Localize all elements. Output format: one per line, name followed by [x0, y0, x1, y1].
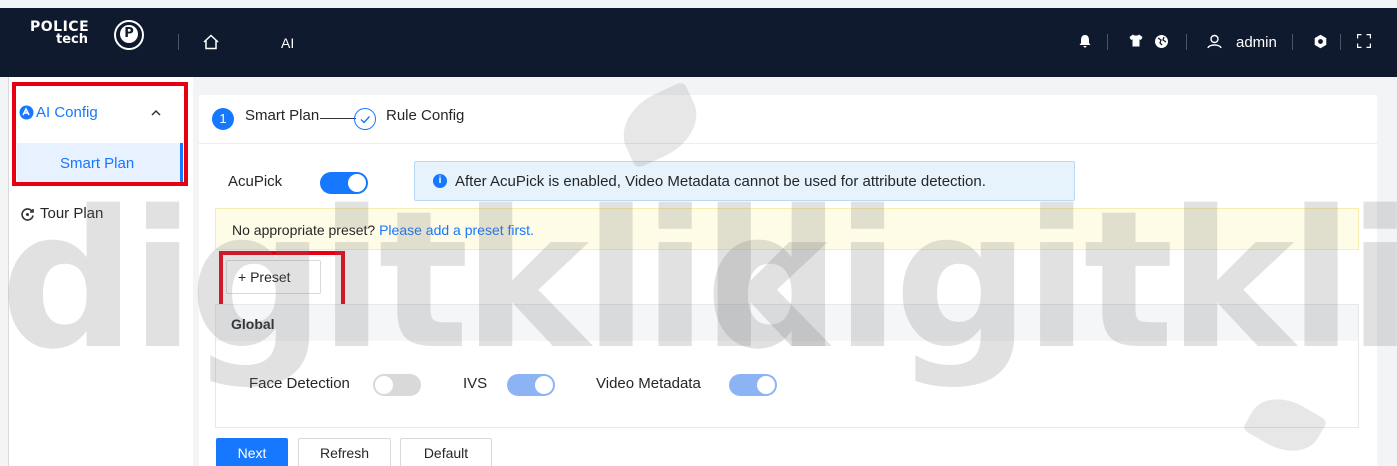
user-name[interactable]: admin — [1236, 34, 1277, 51]
divider — [1292, 34, 1293, 50]
tour-plan-icon — [20, 207, 35, 225]
refresh-button[interactable]: Refresh — [298, 438, 391, 466]
global-header: Global — [216, 305, 1358, 341]
step-smart-plan[interactable]: Smart Plan — [245, 107, 319, 124]
step-number-icon: 1 — [212, 108, 234, 130]
settings-icon[interactable] — [1313, 34, 1328, 52]
divider — [199, 143, 1377, 144]
divider — [1107, 34, 1108, 50]
home-icon[interactable] — [203, 34, 219, 53]
video-metadata-toggle[interactable] — [729, 374, 777, 396]
ivs-label: IVS — [463, 375, 488, 392]
divider — [178, 34, 179, 50]
preset-warning: No appropriate preset? Please add a pres… — [215, 208, 1359, 250]
video-metadata-label: Video Metadata — [596, 375, 701, 392]
next-button[interactable]: Next — [216, 438, 288, 466]
default-button[interactable]: Default — [400, 438, 492, 466]
check-circle-icon — [354, 108, 376, 130]
logo-badge-icon — [114, 20, 144, 50]
face-detection-label: Face Detection — [249, 375, 350, 392]
acupick-label: AcuPick — [228, 173, 283, 190]
globe-icon[interactable] — [1154, 34, 1169, 52]
add-preset-link[interactable]: Please add a preset first. — [379, 222, 534, 238]
global-panel: Global — [215, 304, 1359, 428]
info-text: After AcuPick is enabled, Video Metadata… — [455, 173, 986, 190]
highlight-box — [219, 251, 345, 309]
info-icon: i — [433, 174, 447, 188]
user-icon[interactable] — [1207, 34, 1222, 52]
acupick-toggle[interactable] — [320, 172, 368, 194]
sidebar-item-tour-plan[interactable]: Tour Plan — [40, 205, 103, 222]
global-title: Global — [231, 316, 275, 332]
shirt-icon[interactable] — [1129, 34, 1143, 50]
divider — [1340, 34, 1341, 50]
page-title: AI — [281, 35, 295, 51]
logo: POLICE tech — [30, 20, 144, 50]
step-connector — [320, 118, 356, 119]
divider — [1186, 34, 1187, 50]
info-banner: i After AcuPick is enabled, Video Metada… — [414, 161, 1075, 201]
step-rule-config[interactable]: Rule Config — [386, 107, 464, 124]
ivs-toggle[interactable] — [507, 374, 555, 396]
bell-icon[interactable] — [1079, 34, 1091, 51]
warning-text: No appropriate preset? Please add a pres… — [232, 222, 534, 238]
fullscreen-icon[interactable] — [1356, 33, 1372, 51]
highlight-box — [12, 82, 188, 186]
face-detection-toggle[interactable] — [373, 374, 421, 396]
